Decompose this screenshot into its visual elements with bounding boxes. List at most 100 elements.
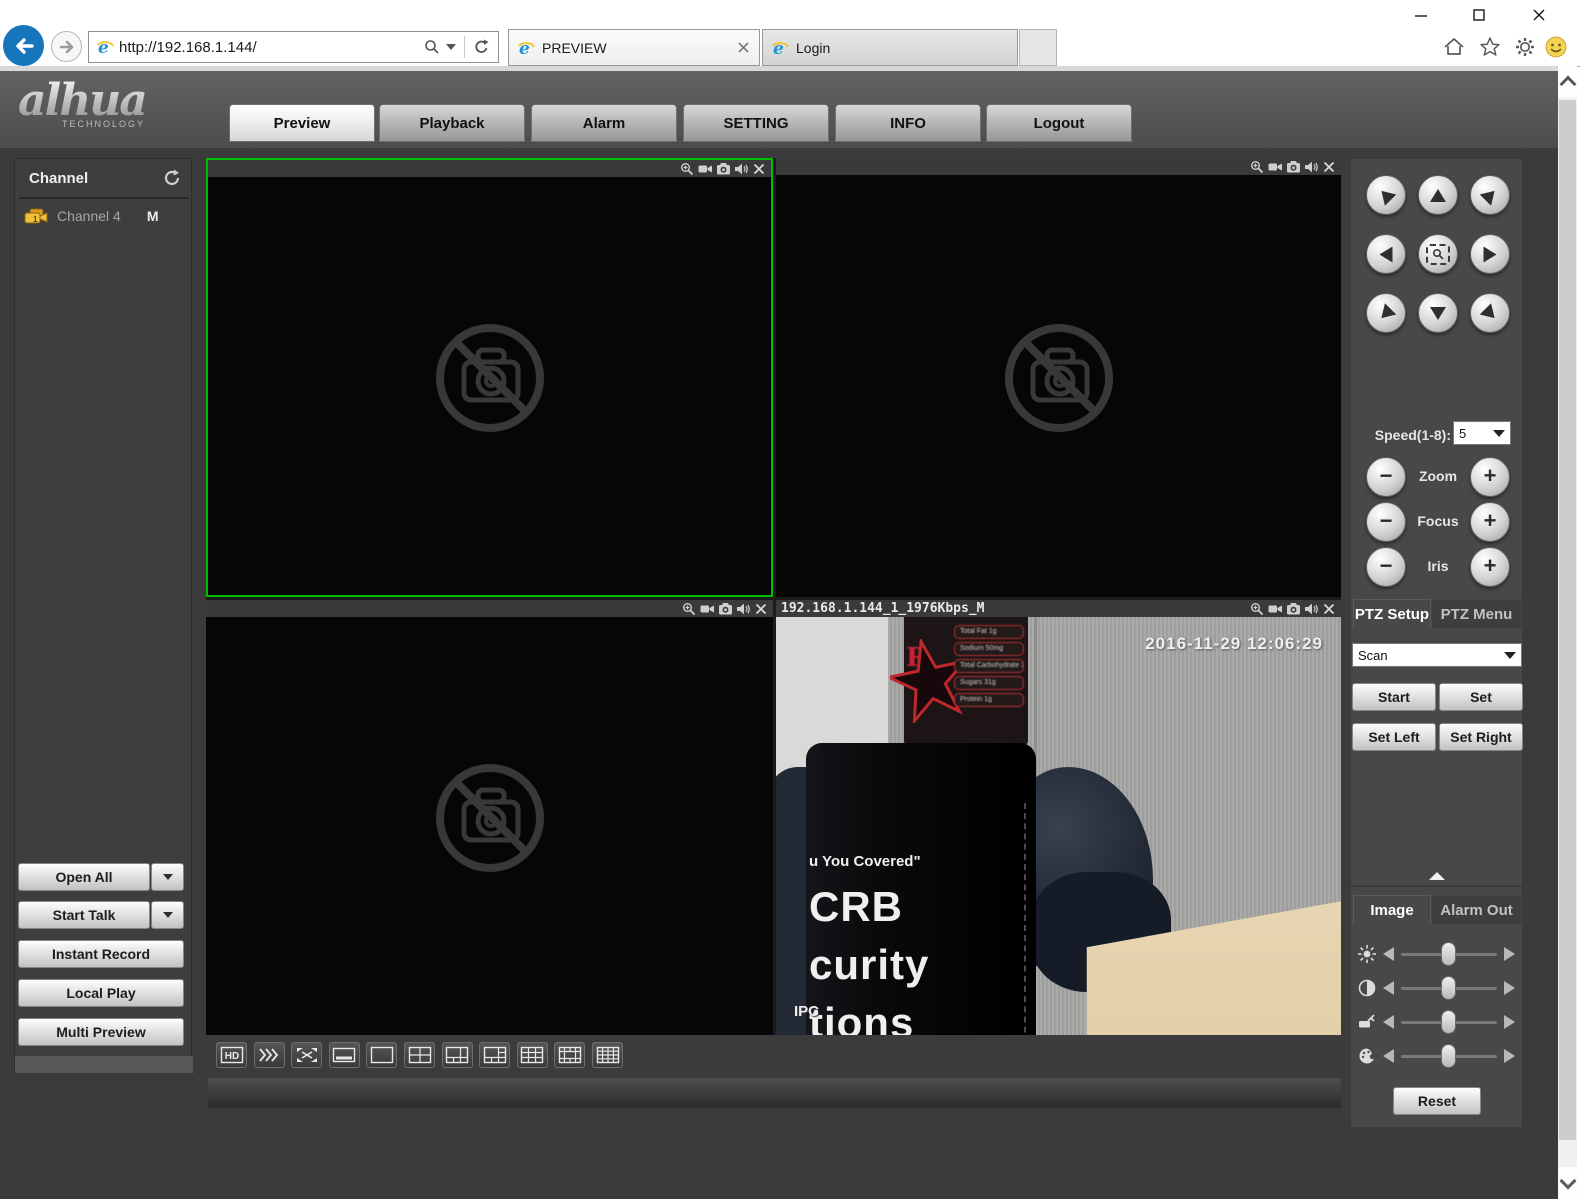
tab-setting[interactable]: SETTING xyxy=(683,104,829,142)
video-pane-4-live[interactable]: 192.168.1.144_1_1976Kbps_M R xyxy=(776,600,1341,1035)
zoom-minus-button[interactable]: − xyxy=(1366,457,1406,497)
refresh-icon[interactable] xyxy=(473,39,490,56)
digital-zoom-icon[interactable] xyxy=(1250,160,1264,174)
snapshot-icon[interactable] xyxy=(716,162,730,176)
ptz-down-right-button[interactable] xyxy=(1470,293,1510,333)
tab-ptz-setup[interactable]: PTZ Setup xyxy=(1353,599,1431,629)
browser-forward-button[interactable] xyxy=(51,31,82,62)
hue-slider-thumb[interactable] xyxy=(1441,1044,1456,1068)
tab-alarm-out[interactable]: Alarm Out xyxy=(1431,895,1522,925)
stream-type-badge[interactable]: M xyxy=(147,208,159,224)
split-6-button[interactable] xyxy=(442,1042,473,1068)
ptz-start-button[interactable]: Start xyxy=(1352,683,1436,711)
record-icon[interactable] xyxy=(700,602,714,616)
local-play-button[interactable]: Local Play xyxy=(18,979,184,1007)
instant-record-button[interactable]: Instant Record xyxy=(18,940,184,968)
page-scrollbar[interactable] xyxy=(1558,66,1577,1199)
start-talk-dropdown-button[interactable] xyxy=(151,901,184,929)
hue-decrease-arrow[interactable] xyxy=(1383,1049,1394,1063)
tab-ptz-menu[interactable]: PTZ Menu xyxy=(1431,599,1522,629)
feedback-smiley-icon[interactable] xyxy=(1543,34,1569,60)
tab-logout[interactable]: Logout xyxy=(986,104,1132,142)
ptz-left-button[interactable] xyxy=(1366,234,1406,274)
browser-tab-login[interactable]: e Login xyxy=(762,29,1018,66)
tab-playback[interactable]: Playback xyxy=(379,104,525,142)
browser-back-button[interactable] xyxy=(3,25,44,66)
iris-plus-button[interactable]: + xyxy=(1470,547,1510,587)
multi-preview-button[interactable]: Multi Preview xyxy=(18,1018,184,1046)
split-16-button[interactable] xyxy=(592,1042,623,1068)
digital-zoom-icon[interactable] xyxy=(1250,602,1264,616)
ptz-right-button[interactable] xyxy=(1470,234,1510,274)
scroll-up-button[interactable] xyxy=(1558,66,1577,98)
record-icon[interactable] xyxy=(1268,602,1282,616)
hue-increase-arrow[interactable] xyxy=(1504,1049,1515,1063)
image-reset-button[interactable]: Reset xyxy=(1393,1087,1481,1115)
settings-gear-icon[interactable] xyxy=(1512,34,1538,60)
image-quality-hd-button[interactable]: HD xyxy=(216,1042,247,1068)
collapse-panel-arrow[interactable] xyxy=(1429,872,1445,880)
refresh-channels-icon[interactable] xyxy=(161,168,181,188)
audio-icon[interactable] xyxy=(1304,160,1318,174)
favorites-star-icon[interactable] xyxy=(1477,34,1503,60)
ptz-set-left-button[interactable]: Set Left xyxy=(1352,723,1436,751)
ptz-set-button[interactable]: Set xyxy=(1439,683,1523,711)
start-talk-button[interactable]: Start Talk xyxy=(18,901,150,929)
open-all-button[interactable]: Open All xyxy=(18,863,150,891)
close-icon[interactable] xyxy=(752,162,766,176)
tab-image[interactable]: Image xyxy=(1353,895,1431,925)
snapshot-icon[interactable] xyxy=(718,602,732,616)
new-tab-stub[interactable] xyxy=(1019,29,1057,66)
close-icon[interactable] xyxy=(754,602,768,616)
video-pane-1-selected[interactable] xyxy=(206,158,773,597)
channel-list-item[interactable]: 1 Channel 4 M xyxy=(15,203,191,229)
window-close-button[interactable] xyxy=(1522,4,1556,26)
search-icon[interactable] xyxy=(424,39,440,55)
widescreen-button[interactable] xyxy=(329,1042,360,1068)
ptz-down-button[interactable] xyxy=(1418,293,1458,333)
ptz-set-right-button[interactable]: Set Right xyxy=(1439,723,1523,751)
zoom-plus-button[interactable]: + xyxy=(1470,457,1510,497)
split-9-button[interactable] xyxy=(517,1042,548,1068)
split-8-button[interactable] xyxy=(479,1042,510,1068)
contrast-decrease-arrow[interactable] xyxy=(1383,981,1394,995)
tab-info[interactable]: INFO xyxy=(835,104,981,142)
close-icon[interactable] xyxy=(1322,160,1336,174)
ptz-up-right-button[interactable] xyxy=(1470,175,1510,215)
focus-plus-button[interactable]: + xyxy=(1470,502,1510,542)
video-pane-2[interactable] xyxy=(776,158,1341,597)
address-dropdown-caret[interactable] xyxy=(446,44,456,50)
split-4-button[interactable] xyxy=(404,1042,435,1068)
ptz-function-select[interactable]: Scan xyxy=(1352,643,1522,667)
fullscreen-button[interactable] xyxy=(291,1042,322,1068)
scroll-down-button[interactable] xyxy=(1558,1167,1577,1199)
split-1-button[interactable] xyxy=(366,1042,397,1068)
ptz-up-left-button[interactable] xyxy=(1366,175,1406,215)
open-all-dropdown-button[interactable] xyxy=(151,863,184,891)
fluency-button[interactable] xyxy=(254,1042,285,1068)
tab-alarm[interactable]: Alarm xyxy=(531,104,677,142)
browser-tab-preview[interactable]: e PREVIEW xyxy=(508,29,760,66)
ptz-quick-position-button[interactable] xyxy=(1418,234,1458,274)
tab-preview[interactable]: Preview xyxy=(229,104,375,142)
iris-minus-button[interactable]: − xyxy=(1366,547,1406,587)
contrast-slider-thumb[interactable] xyxy=(1441,976,1456,1000)
ptz-up-button[interactable] xyxy=(1418,175,1458,215)
tab-close-icon[interactable] xyxy=(738,42,749,53)
brightness-decrease-arrow[interactable] xyxy=(1383,947,1394,961)
brightness-slider-thumb[interactable] xyxy=(1441,942,1456,966)
record-icon[interactable] xyxy=(1268,160,1282,174)
window-maximize-button[interactable] xyxy=(1462,4,1496,26)
saturation-increase-arrow[interactable] xyxy=(1504,1015,1515,1029)
saturation-decrease-arrow[interactable] xyxy=(1383,1015,1394,1029)
video-pane-3[interactable] xyxy=(206,600,773,1035)
speed-select[interactable]: 5 xyxy=(1453,421,1511,445)
home-icon[interactable] xyxy=(1441,34,1467,60)
record-icon[interactable] xyxy=(698,162,712,176)
scrollbar-thumb[interactable] xyxy=(1559,100,1576,1140)
brightness-increase-arrow[interactable] xyxy=(1504,947,1515,961)
digital-zoom-icon[interactable] xyxy=(682,602,696,616)
audio-icon[interactable] xyxy=(734,162,748,176)
window-minimize-button[interactable] xyxy=(1404,4,1438,26)
snapshot-icon[interactable] xyxy=(1286,160,1300,174)
